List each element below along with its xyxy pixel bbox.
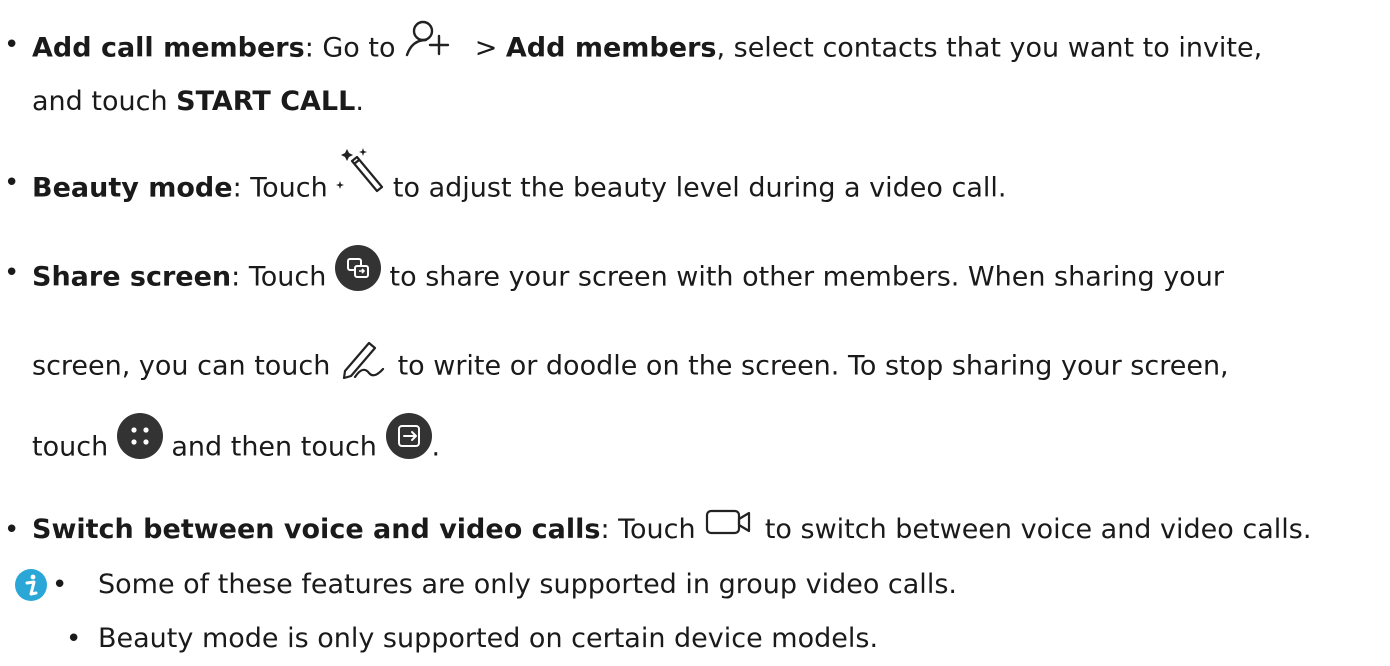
bullet: • [4,168,20,198]
list-item-beauty-mode: Beauty mode: Touch to adjust the beauty … [32,148,1007,213]
list-item-share-screen-cont2: touch and then touch . [32,413,440,471]
item-title: Share screen [32,261,232,293]
note-bullet: • [52,570,68,600]
list-item-share-screen: Share screen: Touch to share your screen… [32,245,1224,301]
video-camera-icon [704,505,756,541]
add-person-icon [404,19,466,63]
item-title: Add call members [32,32,305,64]
list-item-switch-calls: Switch between voice and video calls: To… [32,509,1311,549]
bullet: • [4,30,20,60]
note-item: Some of these features are only supporte… [98,569,957,600]
item-title: Switch between voice and video calls [32,514,601,545]
item-title: Beauty mode [32,172,233,204]
more-dots-icon [116,413,163,459]
list-item-add-call-members: Add call members: Go to > Add members, s… [32,20,1262,71]
list-item-add-call-members-cont: and touch START CALL. [32,86,364,117]
doodle-pen-icon [339,337,389,381]
info-icon [14,568,48,602]
magic-wand-icon [336,147,384,195]
bullet: • [4,515,20,545]
note-bullet: • [66,624,82,654]
list-item-share-screen-cont: screen, you can touch to write or doodle… [32,341,1229,389]
share-screen-icon [334,245,381,291]
bullet: • [4,258,20,288]
exit-share-icon [385,413,432,459]
note-item: Beauty mode is only supported on certain… [98,623,879,654]
